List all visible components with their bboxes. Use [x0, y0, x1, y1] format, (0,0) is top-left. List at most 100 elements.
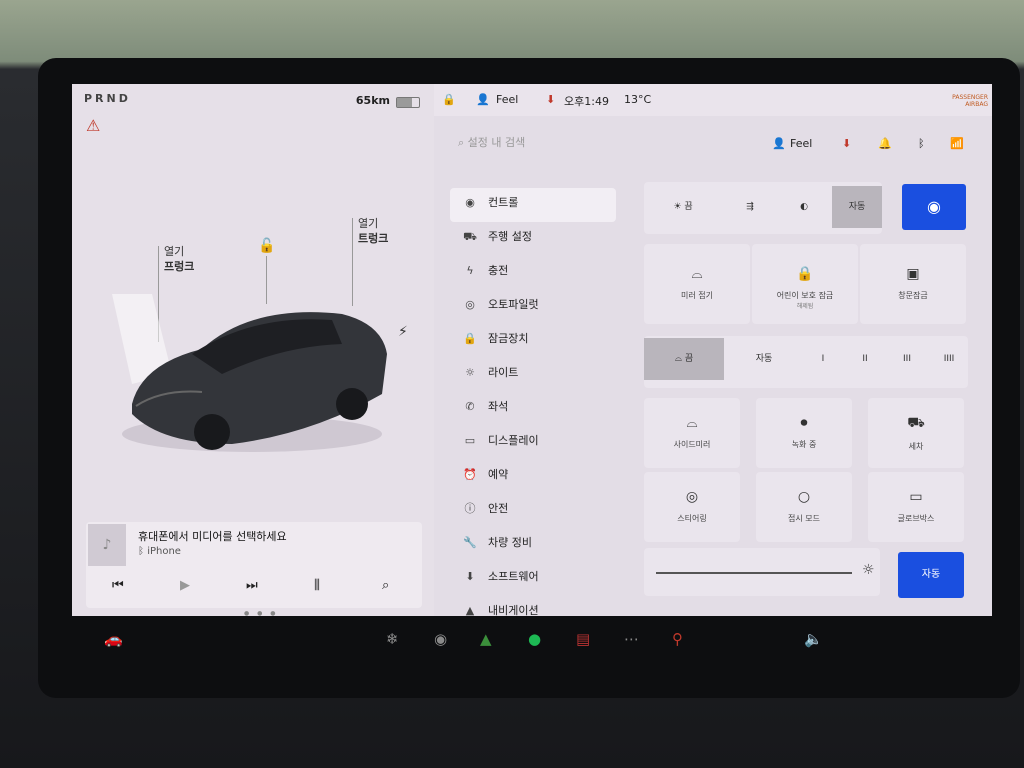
- menu-item-label: 디스플레이: [488, 434, 539, 447]
- low-beam-button[interactable]: ◐: [778, 186, 830, 228]
- tile-label: 스티어링: [677, 514, 707, 523]
- menu-item[interactable]: ▲ 내비게이션: [450, 596, 616, 616]
- climate-icon[interactable]: ❄: [386, 630, 399, 648]
- wiper-level-1[interactable]: I: [804, 338, 842, 380]
- download-icon: ⬇: [465, 570, 475, 583]
- menu-item-label: 주행 설정: [488, 230, 532, 243]
- page-dots: ● ● ●: [244, 610, 279, 616]
- battery-icon: [396, 97, 420, 108]
- controls-panel: 🔒 👤 Feel ⬇ 오후1:49 13°C PASSENGER AIRBAG ⌕…: [434, 84, 992, 616]
- wiper-level-4[interactable]: IIII: [930, 338, 968, 380]
- menu-item[interactable]: ⬇ 소프트웨어: [450, 562, 616, 596]
- bell-icon[interactable]: 🔔: [878, 137, 892, 150]
- dashcam-icon: ⏺: [800, 415, 808, 431]
- control-tile[interactable]: ⛟ 세차: [868, 398, 964, 468]
- media-title: 휴대폰에서 미디어를 선택하세요: [138, 530, 287, 543]
- control-tile[interactable]: ⏺ 녹화 중: [756, 398, 852, 468]
- control-tile[interactable]: ⌓ 사이드미러: [644, 398, 740, 468]
- search-icon[interactable]: ⌕: [382, 578, 389, 593]
- wiper-level-3[interactable]: III: [888, 338, 926, 380]
- control-tile[interactable]: ○ 접시 모드: [756, 472, 852, 542]
- status-profile-name[interactable]: Feel: [496, 93, 518, 106]
- tile-label: 사이드미러: [673, 440, 711, 449]
- lights-auto-button[interactable]: 자동: [832, 186, 882, 228]
- spotify-icon[interactable]: ●: [528, 630, 541, 648]
- wipers-auto-button[interactable]: 자동: [728, 338, 800, 380]
- menu-item[interactable]: ϟ 충전: [450, 256, 616, 290]
- unlock-icon[interactable]: 🔓: [258, 238, 275, 254]
- passenger-airbag-indicator: PASSENGER AIRBAG: [952, 94, 988, 108]
- gear-indicator: PRND: [84, 92, 131, 105]
- energy-app-icon[interactable]: ▲: [480, 630, 492, 648]
- steering-adjust-icon: ◎: [685, 489, 699, 505]
- joystick-icon[interactable]: ⚲: [672, 630, 683, 648]
- previous-track-icon[interactable]: ⏮: [112, 578, 124, 593]
- control-tile[interactable]: ▭ 글로브박스: [868, 472, 964, 542]
- tile-content: 🔒 어린이 보호 잠금 해제됨: [752, 266, 858, 310]
- profile-name[interactable]: Feel: [790, 137, 812, 150]
- lights-off-label: 끔: [684, 202, 693, 212]
- wrench-icon: 🔧: [463, 536, 477, 549]
- menu-item[interactable]: ⏰ 예약: [450, 460, 616, 494]
- more-apps-icon[interactable]: ⋯: [624, 630, 639, 648]
- control-tile[interactable]: ⌓ 미러 접기: [644, 244, 750, 324]
- volume-icon[interactable]: 🔈: [804, 630, 823, 648]
- menu-item[interactable]: 🔒 잠금장치: [450, 324, 616, 358]
- menu-item[interactable]: ◉ 컨트롤: [450, 188, 616, 222]
- lights-off-button[interactable]: ☀ 끔: [644, 186, 722, 228]
- control-tile[interactable]: 🔒 어린이 보호 잠금 해제됨: [752, 244, 858, 324]
- next-track-icon[interactable]: ⏭: [246, 578, 258, 593]
- touchscreen: PRND 65km ⚠ 열기 프렁크 🔓 열기 트렁크 ⚡ ♪ 휴대폰에서 미디어를…: [72, 84, 992, 616]
- menu-item-label: 잠금장치: [488, 332, 529, 345]
- trunk-callout[interactable]: 열기 트렁크: [358, 216, 388, 246]
- profile-icon[interactable]: 👤: [476, 93, 490, 106]
- calendar-icon[interactable]: ▤: [576, 630, 590, 648]
- tile-label: 세차: [908, 442, 924, 451]
- child-lock-icon: 🔒: [796, 266, 814, 282]
- signal-icon: 📶: [950, 137, 964, 150]
- settings-menu: ◉ 컨트롤 ⛟ 주행 설정 ϟ 충전 ◎ 오토파일럿 🔒 잠금장치 ☼ 라이트 ✆ 좌석 ▭ 디스플레이 ⏰ 예약…: [450, 188, 616, 616]
- profile-icon[interactable]: 👤: [772, 137, 786, 150]
- clock-icon: ⏰: [463, 468, 477, 481]
- menu-item-label: 내비게이션: [488, 604, 539, 616]
- menu-item-label: 예약: [488, 468, 509, 481]
- menu-item-label: 안전: [488, 502, 509, 515]
- menu-item[interactable]: ☼ 라이트: [450, 358, 616, 392]
- high-beam-button[interactable]: ◉: [902, 184, 966, 230]
- tile-label: 창문잠금: [898, 291, 928, 300]
- car-icon[interactable]: 🚗: [104, 630, 123, 648]
- lock-icon[interactable]: 🔒: [442, 93, 456, 106]
- charge-port-icon[interactable]: ⚡: [398, 324, 408, 340]
- parking-lights-button[interactable]: ⇶: [724, 186, 776, 228]
- info-icon: ⓘ: [464, 502, 476, 515]
- trunk-callout-line: [352, 218, 353, 306]
- menu-item[interactable]: ▭ 디스플레이: [450, 426, 616, 460]
- menu-item[interactable]: ◎ 오토파일럿: [450, 290, 616, 324]
- menu-item[interactable]: ✆ 좌석: [450, 392, 616, 426]
- bluetooth-icon[interactable]: ᛒ: [918, 137, 925, 150]
- mirror-icon: ⌓: [691, 266, 703, 282]
- music-note-icon: ♪: [88, 524, 126, 566]
- camera-icon[interactable]: ◉: [434, 630, 447, 648]
- control-tile[interactable]: ◎ 스티어링: [644, 472, 740, 542]
- menu-item-label: 좌석: [488, 400, 509, 413]
- play-icon[interactable]: ▶: [180, 578, 190, 593]
- wipers-off-button[interactable]: ⌓ 끔: [644, 338, 724, 380]
- wipers-off-label: 끔: [684, 354, 694, 364]
- menu-item[interactable]: ⓘ 안전: [450, 494, 616, 528]
- search-icon: ⌕: [458, 136, 468, 149]
- menu-item[interactable]: 🔧 차량 정비: [450, 528, 616, 562]
- media-source: ᛒ iPhone: [138, 546, 181, 557]
- tile-content: ▣ 창문잠금: [860, 266, 966, 301]
- control-tile[interactable]: ▣ 창문잠금: [860, 244, 966, 324]
- download-icon[interactable]: ⬇: [842, 137, 851, 150]
- download-icon[interactable]: ⬇: [546, 93, 555, 106]
- brightness-slider[interactable]: [656, 572, 852, 574]
- brightness-auto-button[interactable]: 자동: [898, 552, 964, 598]
- frunk-callout[interactable]: 열기 프렁크: [164, 244, 194, 274]
- wiper-level-2[interactable]: II: [846, 338, 884, 380]
- equalizer-icon[interactable]: ⫼: [314, 578, 320, 593]
- menu-item[interactable]: ⛟ 주행 설정: [450, 222, 616, 256]
- settings-search[interactable]: ⌕ 설정 내 검색: [458, 134, 525, 150]
- bluetooth-icon: ᛒ: [138, 546, 148, 557]
